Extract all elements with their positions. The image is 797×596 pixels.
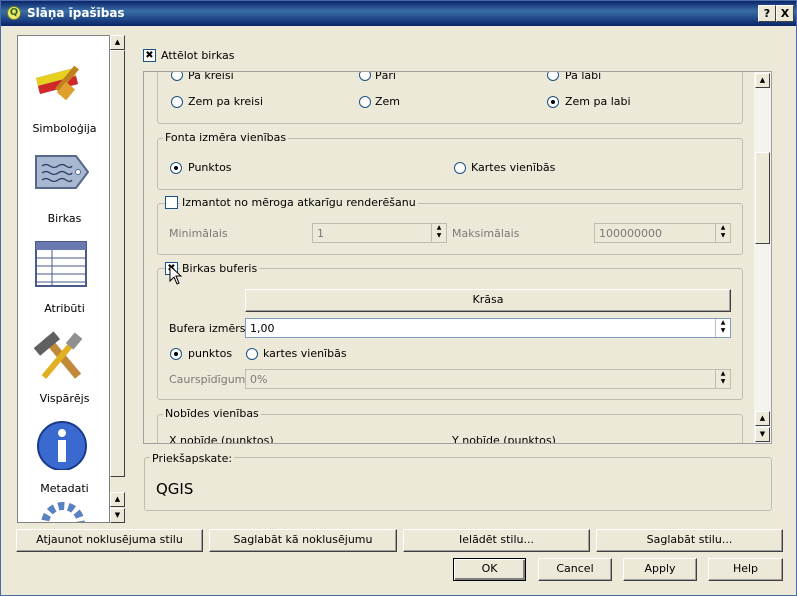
settings-scrollbar[interactable]: ▲ ▲ ▼ — [754, 72, 771, 443]
help-title-button[interactable]: ? — [758, 5, 776, 22]
buffer-size-spinbox[interactable]: 1,00 ▲ ▼ — [245, 318, 731, 338]
ok-button[interactable]: OK — [453, 558, 526, 581]
font-units-map-radio[interactable] — [454, 162, 466, 174]
preview-group — [144, 457, 772, 511]
placement-below-left-label: Zem pa kreisi — [188, 95, 263, 108]
save-as-default-button[interactable]: Saglabāt kā noklusējumu — [209, 529, 397, 552]
max-scale-spinbox[interactable]: 100000000 ▲ ▼ — [594, 223, 731, 243]
sidebar-item-attributes[interactable]: Atribūti — [18, 234, 109, 324]
preview-text: QGIS — [156, 480, 194, 498]
spin-arrows-icon[interactable]: ▲ ▼ — [431, 224, 446, 242]
save-style-button[interactable]: Saglabāt stilu... — [596, 529, 783, 552]
placement-below-right-label: Zem pa labi — [565, 95, 631, 108]
cancel-button[interactable]: Cancel — [538, 558, 612, 581]
max-scale-value: 100000000 — [599, 227, 662, 240]
sidebar-item-labels[interactable]: Birkas — [18, 144, 109, 234]
font-units-points-radio[interactable] — [170, 162, 182, 174]
buffer-title: Birkas buferis — [180, 262, 260, 275]
settings-scroll-up-button-2[interactable]: ▲ — [755, 411, 770, 426]
sidebar-item-label: Vispārējs — [39, 392, 90, 405]
buffer-units-map-label: kartes vienībās — [263, 347, 347, 360]
sidebar-item-label: Simboloģija — [32, 122, 97, 135]
tools-icon — [34, 331, 83, 379]
load-style-button[interactable]: Ielādēt stilu... — [403, 529, 590, 552]
settings-scroll-thumb[interactable] — [755, 152, 770, 244]
sidebar-item-label: Atribūti — [44, 302, 85, 315]
sidebar-scroll-up-button-2[interactable]: ▲ — [110, 492, 125, 507]
buffer-units-map-radio[interactable] — [246, 348, 258, 360]
transparency-spinbox[interactable]: 0% ▲ ▼ — [245, 369, 731, 389]
paintbrush-icon — [36, 65, 79, 101]
label-tag-icon — [35, 155, 90, 189]
font-units-group — [157, 138, 743, 190]
settings-scroll-up-button[interactable]: ▲ — [755, 73, 770, 88]
placement-left-label: Pa kreisi — [188, 71, 234, 82]
sidebar-item-label: Birkas — [47, 212, 82, 225]
sidebar-scroll-up-button[interactable]: ▲ — [110, 35, 125, 50]
placement-radio-below-right[interactable] — [547, 96, 559, 108]
font-units-points-label: Punktos — [188, 161, 232, 174]
y-offset-label: Y nobīde (punktos) — [452, 434, 556, 444]
buffer-size-label: Bufera izmērs — [169, 322, 246, 335]
qgis-app-icon: Q — [7, 6, 21, 20]
sidebar-scroll-thumb[interactable] — [110, 50, 125, 477]
attribute-table-icon — [35, 241, 87, 287]
apply-button[interactable]: Apply — [623, 558, 697, 581]
sidebar-scroll-down-button[interactable]: ▼ — [110, 508, 125, 523]
spin-arrows-icon[interactable]: ▲ ▼ — [715, 370, 730, 388]
sidebar-item-general[interactable]: Vispārējs — [18, 324, 109, 414]
min-scale-value: 1 — [317, 227, 324, 240]
placement-below-label: Zem — [375, 95, 401, 108]
transparency-value: 0% — [250, 373, 268, 386]
show-labels-label: Attēlot birkas — [161, 49, 235, 62]
placement-right-label: Pa labi — [565, 71, 602, 82]
sidebar-scrollbar[interactable]: ▲ ▲ ▼ — [110, 35, 125, 523]
min-scale-label: Minimālais — [169, 227, 228, 240]
gear-icon — [41, 502, 85, 522]
buffer-color-button[interactable]: Krāsa — [245, 289, 731, 312]
buffer-units-points-radio[interactable] — [170, 348, 182, 360]
sidebar-item-metadata[interactable]: Metadati — [18, 414, 109, 504]
x-offset-label: X nobīde (punktos) — [169, 434, 274, 444]
info-icon — [37, 421, 87, 470]
scale-render-checkbox[interactable] — [165, 196, 178, 209]
settings-scroll-down-button[interactable]: ▼ — [755, 427, 770, 442]
min-scale-spinbox[interactable]: 1 ▲ ▼ — [312, 223, 447, 243]
close-title-button[interactable]: X — [776, 5, 794, 22]
title-bar: Q Slāņa īpašības ? X — [1, 1, 796, 26]
font-units-map-label: Kartes vienībās — [471, 161, 556, 174]
scale-render-title: Izmantot no mēroga atkarīgu renderēšanu — [180, 196, 418, 209]
help-button[interactable]: Help — [708, 558, 783, 581]
placement-over-label: Pāri — [375, 71, 396, 82]
buffer-units-points-label: punktos — [188, 347, 233, 360]
properties-sidebar: Simboloģija Birkas Atribūti Vispārējs Me… — [17, 35, 110, 523]
show-labels-checkbox[interactable]: ✖ — [143, 49, 156, 62]
window-title: Slāņa īpašības — [27, 6, 125, 20]
preview-title: Priekšapskate: — [150, 452, 235, 465]
layer-properties-window: Q Slāņa īpašības ? X Simboloģija Birkas — [0, 0, 797, 596]
sidebar-item-symbology[interactable]: Simboloģija — [18, 54, 109, 144]
placement-radio-below-left[interactable] — [171, 96, 183, 108]
offset-title: Nobīdes vienības — [163, 407, 261, 420]
font-units-title: Fonta izmēra vienības — [163, 131, 289, 144]
buffer-size-value: 1,00 — [250, 322, 275, 335]
max-scale-label: Maksimālais — [452, 227, 520, 240]
restore-default-style-button[interactable]: Atjaunot noklusējuma stilu — [16, 529, 203, 552]
placement-radio-below[interactable] — [359, 96, 371, 108]
sidebar-item-label: Metadati — [40, 482, 89, 495]
spin-arrows-icon[interactable]: ▲ ▼ — [715, 224, 730, 242]
spin-arrows-icon[interactable]: ▲ ▼ — [715, 319, 730, 337]
transparency-label: Caurspīdīgums — [169, 373, 252, 386]
label-settings-scroll-area: Pa kreisi Pāri Pa labi Zem pa kreisi Zem… — [143, 71, 772, 444]
